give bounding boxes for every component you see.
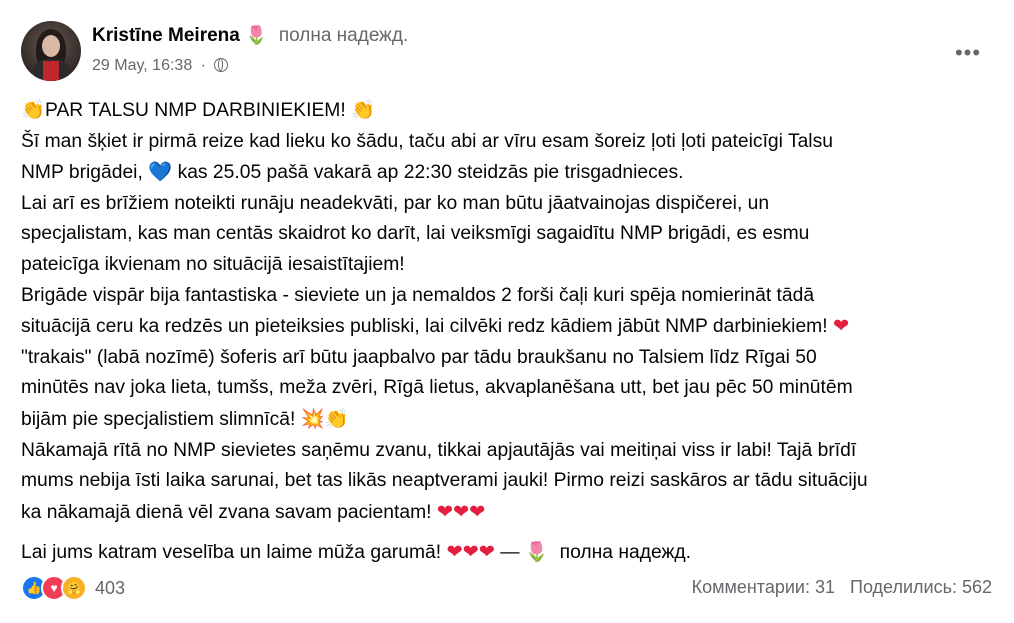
tulip-icon: 🌷 (524, 540, 549, 564)
post-line: 👏PAR TALSU NMP DARBINIEKIEM! 👏 (21, 98, 376, 121)
post-line: Šī man šķiet ir pirmā reize kad lieku ko… (21, 130, 833, 152)
collision-icon: 💥 (300, 406, 325, 430)
red-hearts-icon: ❤❤❤ (446, 540, 495, 564)
post-line: Brigāde vispār bija fantastiska - sievie… (21, 284, 815, 306)
shares-count[interactable]: Поделились: 562 (850, 577, 992, 597)
more-options-button[interactable]: ••• (950, 35, 986, 71)
reaction-count[interactable]: 403 (95, 578, 125, 599)
post-line: Lai jums katram veselība un laime mūža g… (21, 540, 692, 564)
tulip-icon: 🌷 (245, 25, 268, 46)
care-reaction-icon: 🤗 (61, 575, 87, 601)
post-line: bijām pie specjalistiem slimnīcā! 💥👏 (21, 406, 349, 430)
post-stats: Комментарии: 31 Поделились: 562 (692, 577, 992, 598)
comments-count[interactable]: Комментарии: 31 (692, 577, 835, 597)
red-heart-icon: ❤ (832, 314, 850, 338)
feeling-text: полна надежд. (278, 25, 409, 46)
post-line: situācijā ceru ka redzēs un pieteiksies … (21, 314, 850, 338)
reactions-summary[interactable]: 👍 ♥ 🤗 403 (21, 575, 125, 601)
post-line: minūtēs nav joka lieta, tumšs, meža zvēr… (21, 377, 853, 399)
post-footer: 👍 ♥ 🤗 403 Комментарии: 31 Поделились: 56… (21, 573, 992, 605)
meta-separator: · (200, 57, 206, 74)
clap-icon: 👏 (351, 98, 376, 121)
blue-heart-icon: 💙 (148, 160, 173, 184)
post-header: Kristīne Meirena 🌷 полна надежд. 29 May,… (21, 21, 994, 83)
clap-icon: 👏 (324, 406, 349, 430)
post-text: 👏PAR TALSU NMP DARBINIEKIEM! 👏 Šī man šķ… (21, 95, 996, 569)
post-line: specjalistam, kas man centās skaidrot ko… (21, 223, 810, 245)
post-line: Nākamajā rītā no NMP sievietes saņēmu zv… (21, 439, 857, 461)
author-name[interactable]: Kristīne Meirena (92, 25, 240, 46)
post-line: ka nākamajā dienā vēl zvana savam pacien… (21, 499, 486, 523)
post-line: pateicīga ikvienam no situācijā iesaistī… (21, 253, 405, 275)
post-line: Lai arī es brīžiem noteikti runāju neade… (21, 192, 770, 214)
post-card: Kristīne Meirena 🌷 полна надежд. 29 May,… (0, 0, 1014, 623)
red-hearts-icon: ❤❤❤ (436, 499, 486, 523)
author-line: Kristīne Meirena 🌷 полна надежд. (92, 25, 408, 47)
post-meta: 29 May, 16:38 · (92, 57, 229, 75)
clap-icon: 👏 (21, 98, 46, 121)
post-timestamp[interactable]: 29 May, 16:38 (92, 57, 192, 74)
post-line: mums nebija īsti laika sarunai, bet tas … (21, 470, 868, 492)
avatar[interactable] (21, 21, 81, 81)
post-line: NMP brigādei, 💙 kas 25.05 pašā vakarā ap… (21, 160, 684, 184)
post-line: "trakais" (labā nozīmē) šoferis arī būtu… (21, 346, 817, 368)
globe-icon[interactable] (214, 58, 229, 72)
